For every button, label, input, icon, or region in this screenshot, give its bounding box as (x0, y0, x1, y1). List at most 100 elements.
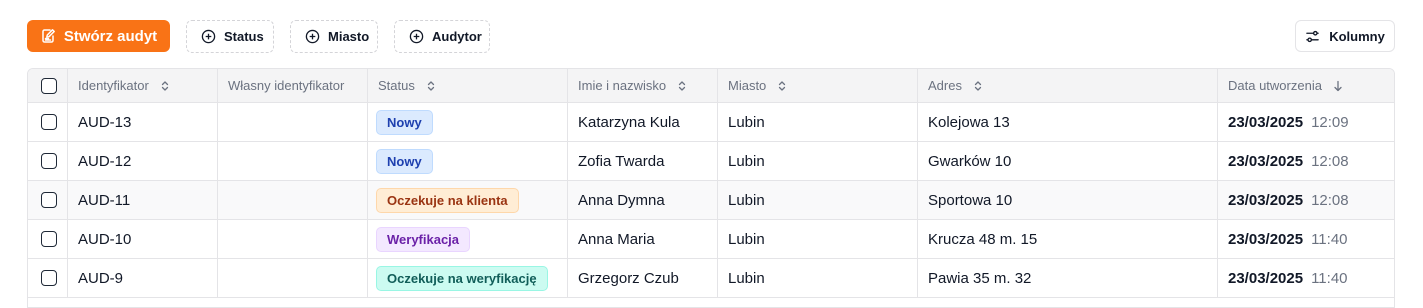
sliders-icon (1306, 30, 1319, 42)
header-name-label: Imie i nazwisko (578, 78, 667, 93)
header-id[interactable]: Identyfikator (68, 69, 218, 102)
header-created-label: Data utworzenia (1228, 78, 1322, 93)
sort-icon (427, 80, 435, 91)
cell-address: Gwarków 10 (918, 142, 1218, 180)
select-all-checkbox[interactable] (41, 77, 57, 94)
edit-document-icon (42, 29, 55, 43)
table-row[interactable]: AUD-9 Oczekuje na weryfikację Grzegorz C… (28, 259, 1394, 298)
table-row[interactable]: AUD-13 Nowy Katarzyna Kula Lubin Kolejow… (28, 103, 1394, 142)
cell-id: AUD-11 (68, 181, 218, 219)
status-badge: Nowy (376, 109, 433, 135)
created-date: 23/03/2025 (1228, 269, 1304, 287)
cell-city: Lubin (718, 103, 918, 141)
row-checkbox[interactable] (41, 114, 57, 130)
created-time: 12:08 (1311, 152, 1349, 170)
cell-created: 23/03/2025 11:40 (1218, 220, 1394, 258)
cell-status: Nowy (368, 103, 568, 141)
row-checkbox[interactable] (41, 270, 57, 286)
header-city[interactable]: Miasto (718, 69, 918, 102)
created-time: 11:40 (1311, 230, 1348, 248)
status-badge: Oczekuje na weryfikację (376, 265, 548, 291)
cell-address: Krucza 48 m. 15 (918, 220, 1218, 258)
cell-id: AUD-13 (68, 103, 218, 141)
header-status-label: Status (378, 78, 415, 93)
cell-id: AUD-12 (68, 142, 218, 180)
header-city-label: Miasto (728, 78, 767, 93)
audits-table: Identyfikator Własny identyfikator Statu… (27, 68, 1395, 308)
filter-city-label: Miasto (328, 29, 370, 44)
created-time: 12:09 (1311, 113, 1349, 131)
cell-custom-id (218, 259, 368, 297)
cell-name: Katarzyna Kula (568, 103, 718, 141)
filter-auditor-label: Audytor (432, 29, 482, 44)
cell-name: Anna Maria (568, 220, 718, 258)
header-created[interactable]: Data utworzenia (1218, 69, 1394, 102)
header-custom-id: Własny identyfikator (218, 69, 368, 102)
table-row[interactable]: AUD-10 Weryfikacja Anna Maria Lubin Kruc… (28, 220, 1394, 259)
create-audit-label: Stwórz audyt (63, 27, 158, 45)
cell-name: Grzegorz Czub (568, 259, 718, 297)
plus-circle-icon (201, 29, 216, 44)
cell-id: AUD-9 (68, 259, 218, 297)
header-status[interactable]: Status (368, 69, 568, 102)
row-checkbox[interactable] (41, 153, 57, 169)
filter-city-button[interactable]: Miasto (290, 20, 378, 53)
row-checkbox[interactable] (41, 231, 57, 247)
header-custom-id-label: Własny identyfikator (228, 78, 345, 93)
header-id-label: Identyfikator (78, 78, 149, 93)
created-date: 23/03/2025 (1228, 230, 1304, 248)
plus-circle-icon (305, 29, 320, 44)
cell-city: Lubin (718, 142, 918, 180)
cell-address: Pawia 35 m. 32 (918, 259, 1218, 297)
filter-auditor-button[interactable]: Audytor (394, 20, 490, 53)
row-select-cell (28, 142, 68, 180)
columns-label: Kolumny (1329, 28, 1385, 44)
cell-city: Lubin (718, 259, 918, 297)
status-badge: Oczekuje na klienta (376, 187, 519, 213)
row-select-cell (28, 220, 68, 258)
sort-icon (161, 80, 168, 91)
cell-custom-id (218, 181, 368, 219)
create-audit-button[interactable]: Stwórz audyt (27, 20, 170, 52)
filter-status-button[interactable]: Status (186, 20, 274, 53)
row-select-cell (28, 259, 68, 297)
cell-created: 23/03/2025 12:09 (1218, 103, 1394, 141)
table-row[interactable]: AUD-12 Nowy Zofia Twarda Lubin Gwarków 1… (28, 142, 1394, 181)
cell-custom-id (218, 142, 368, 180)
filter-status-label: Status (224, 29, 264, 44)
cell-id: AUD-10 (68, 220, 218, 258)
header-address[interactable]: Adres (918, 69, 1218, 102)
sort-icon (974, 80, 982, 91)
cell-created: 23/03/2025 12:08 (1218, 181, 1394, 219)
created-date: 23/03/2025 (1228, 152, 1304, 170)
header-name[interactable]: Imie i nazwisko (568, 69, 718, 102)
created-date: 23/03/2025 (1228, 191, 1304, 209)
cell-status: Oczekuje na klienta (368, 181, 568, 219)
created-time: 12:08 (1311, 191, 1349, 209)
table-row[interactable]: AUD-11 Oczekuje na klienta Anna Dymna Lu… (28, 181, 1394, 220)
row-checkbox[interactable] (41, 192, 57, 208)
cell-status: Oczekuje na weryfikację (368, 259, 568, 297)
created-date: 23/03/2025 (1228, 113, 1304, 131)
sort-icon (678, 80, 686, 91)
cell-address: Sportowa 10 (918, 181, 1218, 219)
status-badge: Weryfikacja (376, 226, 471, 252)
cell-custom-id (218, 220, 368, 258)
header-select-cell (28, 69, 68, 102)
created-time: 11:40 (1311, 269, 1348, 287)
toolbar: Stwórz audyt Status Miasto Audytor Kolum… (0, 0, 1423, 68)
cell-city: Lubin (718, 220, 918, 258)
cell-name: Anna Dymna (568, 181, 718, 219)
row-select-cell (28, 181, 68, 219)
header-address-label: Adres (928, 78, 962, 93)
table-header: Identyfikator Własny identyfikator Statu… (28, 69, 1394, 103)
cell-created: 23/03/2025 12:08 (1218, 142, 1394, 180)
sort-icon (779, 80, 786, 91)
cell-name: Zofia Twarda (568, 142, 718, 180)
status-badge: Nowy (376, 148, 433, 174)
cell-created: 23/03/2025 11:40 (1218, 259, 1394, 297)
sort-descending-icon (1334, 80, 1342, 91)
columns-button[interactable]: Kolumny (1295, 20, 1395, 52)
plus-circle-icon (409, 29, 424, 44)
cell-address: Kolejowa 13 (918, 103, 1218, 141)
